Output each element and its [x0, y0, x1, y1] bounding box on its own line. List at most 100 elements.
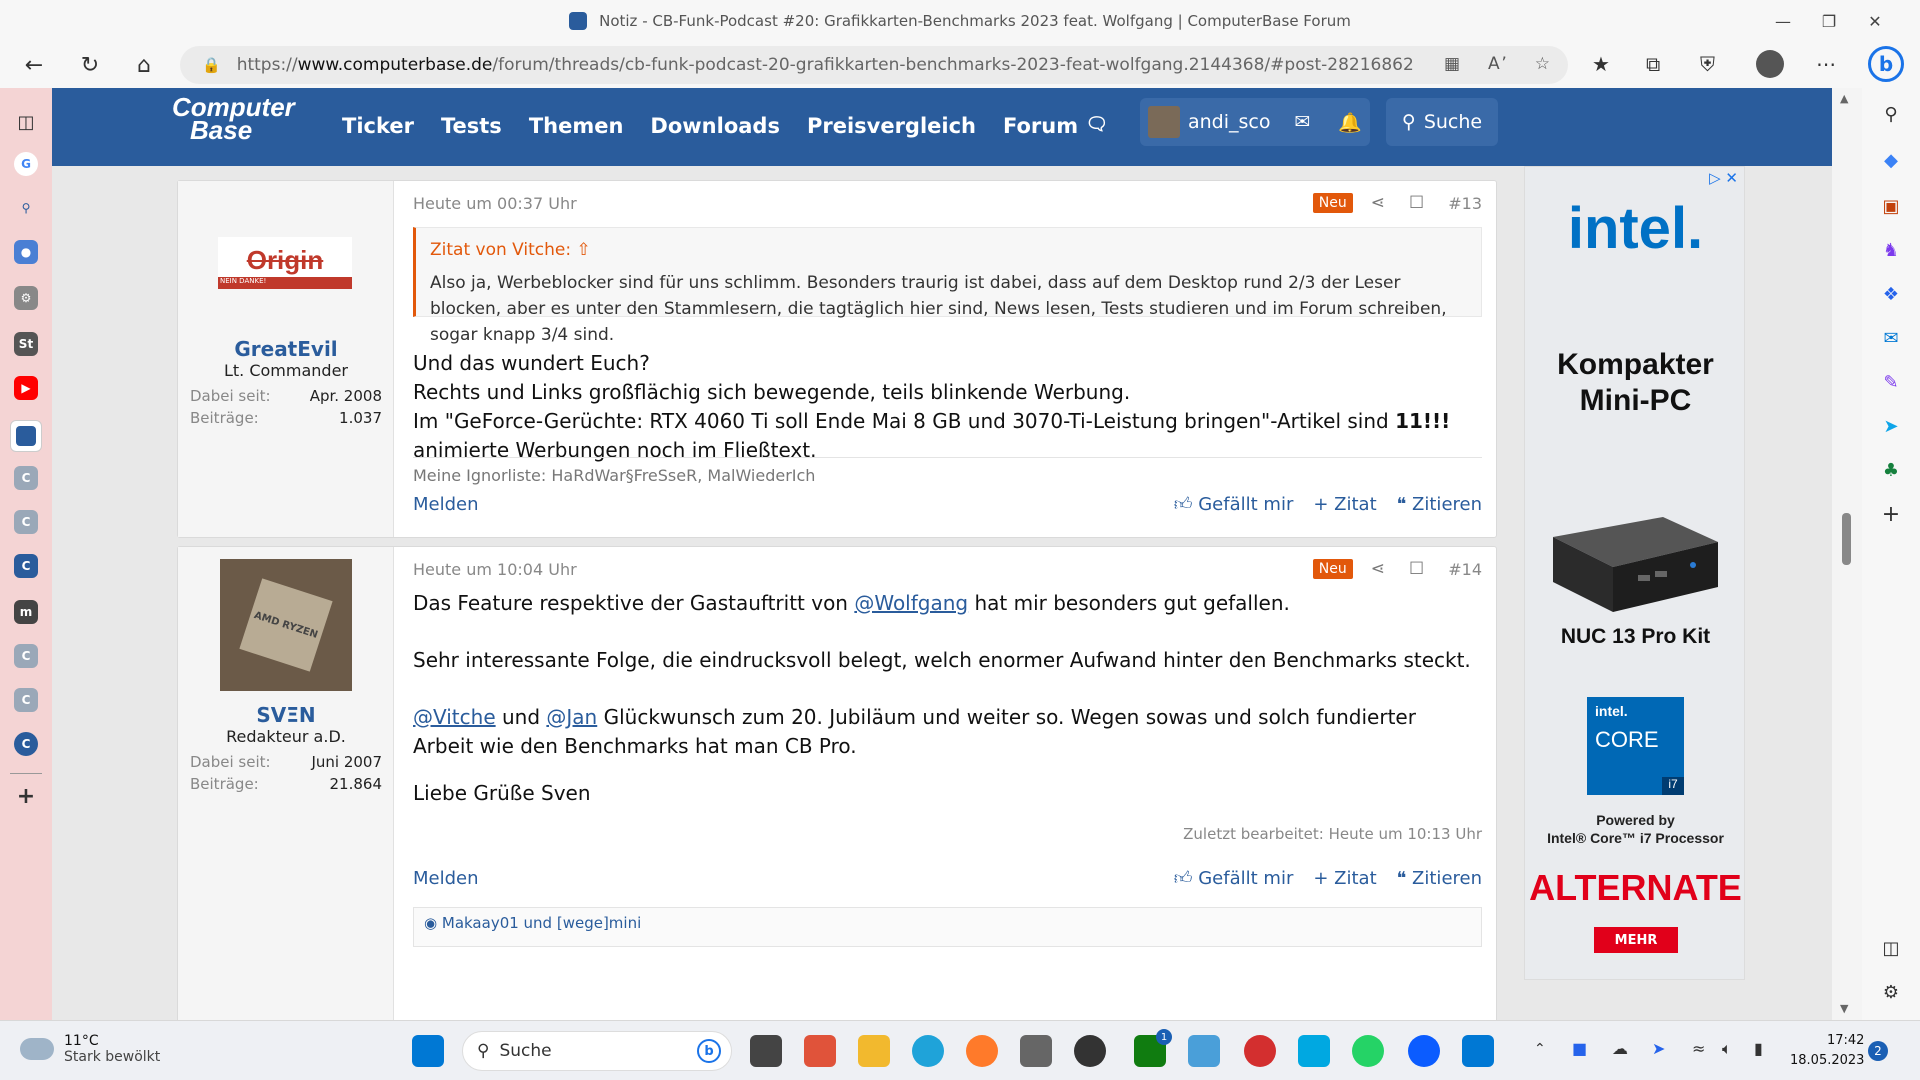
bookmark-icon[interactable]: ☐ [1409, 559, 1424, 579]
add-favorite-icon[interactable]: ☆ [1535, 54, 1550, 74]
mention-link[interactable]: @Wolfgang [854, 591, 968, 615]
menu-downloads[interactable]: Downloads [650, 114, 780, 138]
menu-tests[interactable]: Tests [441, 114, 502, 138]
opera-icon[interactable] [1244, 1035, 1276, 1067]
tab-m-icon[interactable]: m [14, 600, 38, 624]
sidebar-toggle-icon[interactable]: ◫ [1879, 936, 1903, 960]
volume-icon[interactable]: 🔈︎ [1722, 1039, 1732, 1059]
notification-count-badge[interactable]: 2 [1868, 1041, 1888, 1061]
share-icon[interactable]: ⋖ [1371, 193, 1385, 213]
tab-computerbase-active-icon[interactable] [10, 420, 42, 452]
tab-st-icon[interactable]: St [14, 332, 38, 356]
sidebar-add-icon[interactable]: + [1879, 502, 1903, 527]
scroll-up-icon[interactable]: ▲ [1840, 92, 1848, 105]
menu-ticker[interactable]: Ticker [342, 114, 414, 138]
extension-shield-icon[interactable]: ⛨ [1700, 52, 1715, 76]
reactions-bar[interactable]: ◉ Makaay01 und [wege]mini [413, 907, 1482, 947]
user-menu[interactable]: andi_sco ✉ 🔔 [1140, 98, 1370, 146]
user-avatar-ryzen[interactable]: AMD RYZEN [220, 559, 352, 691]
tab-settings-icon[interactable]: ⚙ [14, 286, 38, 310]
sidebar-editor-icon[interactable]: ✎ [1879, 370, 1903, 394]
post-number[interactable]: #13 [1448, 194, 1482, 213]
home-icon[interactable]: ⌂ [126, 47, 162, 83]
intel-advertisement[interactable]: ▷ ✕ intel. Kompakter Mini-PC NUC 13 Pro … [1524, 166, 1745, 980]
firefox-icon[interactable] [966, 1035, 998, 1067]
signal-icon[interactable] [1408, 1035, 1440, 1067]
tray-send-icon[interactable]: ➤ [1652, 1039, 1665, 1058]
app-available-icon[interactable]: ▦ [1444, 54, 1460, 74]
tab-computerbase-icon[interactable]: C [14, 688, 38, 712]
search-button[interactable]: ⚲ Suche [1386, 98, 1498, 146]
sidebar-tree-icon[interactable]: ♣ [1879, 458, 1903, 482]
app-icon[interactable] [1462, 1035, 1494, 1067]
address-bar[interactable]: 🔒 https://www.computerbase.de/forum/thre… [180, 46, 1568, 84]
sidebar-settings-icon[interactable]: ⚙ [1879, 980, 1903, 1004]
post-username[interactable]: SVΞN [178, 703, 394, 727]
wifi-icon[interactable]: ≈ [1692, 1039, 1705, 1058]
user-avatar-origin[interactable]: Origin NEIN DANKE! [218, 237, 352, 289]
favorites-icon[interactable]: ★ [1592, 52, 1610, 76]
tab-app-icon[interactable]: ● [14, 240, 38, 264]
prime-video-icon[interactable] [1298, 1035, 1330, 1067]
post-username[interactable]: GreatEvil [178, 337, 394, 361]
battery-icon[interactable]: ▮ [1754, 1039, 1763, 1058]
ad-choices-icon[interactable]: ▷ ✕ [1709, 169, 1738, 187]
menu-preisvergleich[interactable]: Preisvergleich [807, 114, 976, 138]
app-icon[interactable] [1074, 1035, 1106, 1067]
share-icon[interactable]: ⋖ [1371, 559, 1385, 579]
tab-google-icon[interactable]: G [14, 152, 38, 176]
quote-jump-icon[interactable]: ⇧ [577, 240, 591, 260]
messages-icon[interactable]: ✉ [1295, 111, 1311, 133]
ad-more-button[interactable]: MEHR [1594, 927, 1678, 953]
task-view-icon[interactable] [750, 1035, 782, 1067]
menu-forum[interactable]: Forum 🗨 [1003, 114, 1108, 138]
multiquote-button[interactable]: + Zitat [1313, 494, 1376, 515]
mention-link[interactable]: @Vitche [413, 705, 496, 729]
file-explorer-icon[interactable] [858, 1035, 890, 1067]
whatsapp-icon[interactable] [1352, 1035, 1384, 1067]
gimp-icon[interactable] [1020, 1035, 1052, 1067]
scrollbar-thumb[interactable] [1842, 513, 1851, 565]
computerbase-logo[interactable]: Computer Base [172, 94, 295, 143]
tab-search-icon[interactable]: ⚲ [14, 196, 38, 220]
reply-button[interactable]: ❝ Zitieren [1397, 868, 1482, 889]
tab-computerbase-icon[interactable]: C [14, 732, 38, 756]
post-date[interactable]: Heute um 10:04 Uhr [413, 560, 1313, 579]
page-scrollbar[interactable]: ▲ ▼ [1832, 88, 1862, 1020]
weather-widget[interactable]: 11°C Stark bewölkt [20, 1033, 160, 1065]
sidebar-m365-icon[interactable]: ❖ [1879, 282, 1903, 306]
multiquote-button[interactable]: + Zitat [1313, 868, 1376, 889]
restore-icon[interactable]: ❐ [1806, 0, 1852, 42]
bookmark-icon[interactable]: ☐ [1409, 193, 1424, 213]
report-link[interactable]: Melden [413, 868, 1154, 889]
notifications-bell-icon[interactable]: 🔔 [1338, 111, 1362, 134]
profile-avatar-icon[interactable] [1756, 50, 1784, 78]
like-button[interactable]: 👍︎ Gefällt mir [1174, 867, 1294, 889]
tab-computerbase-icon[interactable]: C [14, 554, 38, 578]
start-icon[interactable] [412, 1035, 444, 1067]
sidebar-send-icon[interactable]: ➤ [1879, 414, 1903, 438]
new-tab-icon[interactable]: + [14, 784, 38, 809]
mention-link[interactable]: @Jan [546, 705, 597, 729]
back-icon[interactable]: ← [16, 47, 52, 83]
scroll-down-icon[interactable]: ▼ [1840, 1002, 1848, 1015]
taskbar-search[interactable]: ⚲ Suche b [462, 1031, 732, 1071]
bing-chat-icon[interactable]: b [1868, 46, 1904, 82]
tab-computerbase-icon[interactable]: C [14, 510, 38, 534]
close-icon[interactable]: ✕ [1852, 0, 1898, 42]
monitor-app-icon[interactable] [1188, 1035, 1220, 1067]
xbox-icon[interactable]: 1 [1134, 1029, 1172, 1067]
store-icon[interactable] [804, 1035, 836, 1067]
like-button[interactable]: 👍︎ Gefällt mir [1174, 493, 1294, 515]
sidebar-tools-icon[interactable]: ▣ [1879, 194, 1903, 218]
system-clock[interactable]: 17:42 18.05.2023 [1790, 1031, 1864, 1071]
refresh-icon[interactable]: ↻ [72, 47, 108, 83]
tray-app-icon[interactable]: ■ [1572, 1039, 1587, 1058]
tab-computerbase-icon[interactable]: C [14, 644, 38, 668]
minimize-icon[interactable]: — [1760, 0, 1806, 42]
edge-icon[interactable] [912, 1035, 944, 1067]
post-date[interactable]: Heute um 00:37 Uhr [413, 194, 1313, 213]
sidebar-search-icon[interactable]: ⚲ [1879, 102, 1903, 126]
tab-actions-icon[interactable]: ◫ [14, 110, 38, 134]
onedrive-icon[interactable]: ☁ [1612, 1039, 1628, 1058]
